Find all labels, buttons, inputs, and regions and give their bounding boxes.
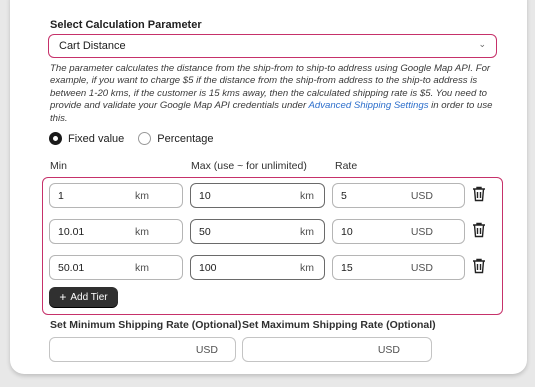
tier-3-max-unit: km — [300, 261, 314, 274]
tier-3-rate-unit: USD — [410, 261, 433, 274]
max-shipping-unit: USD — [377, 344, 400, 356]
column-header-max: Max (use ~ for unlimited) — [191, 160, 307, 172]
tier-1-rate-unit: USD — [410, 189, 433, 202]
tier-1-max-unit: km — [300, 189, 314, 202]
add-tier-label: Add Tier — [70, 291, 108, 303]
tier-3-min-input[interactable]: 50.01 km — [49, 255, 183, 280]
column-header-rate: Rate — [335, 160, 358, 172]
min-shipping-rate-input[interactable]: USD — [49, 337, 236, 362]
max-shipping-rate-input[interactable]: USD — [242, 337, 432, 362]
tier-2-max-value: 50 — [199, 225, 211, 238]
parameter-description: The parameter calculates the distance fr… — [50, 63, 505, 125]
tier-2-rate-input[interactable]: 10 USD — [332, 219, 465, 244]
tier-3-max-value: 100 — [199, 261, 217, 274]
tier-1-rate-value: 5 — [341, 189, 347, 202]
radio-fixed-value-label[interactable]: Fixed value — [68, 133, 124, 145]
tier-3-min-unit: km — [135, 261, 149, 274]
chevron-down-icon: ⌄ — [478, 39, 486, 49]
rate-type-radio-group: Fixed value Percentage — [49, 132, 228, 145]
tier-1-delete-trash-icon[interactable] — [472, 186, 486, 206]
column-header-min: Min — [50, 160, 67, 172]
add-tier-button[interactable]: + Add Tier — [49, 287, 118, 307]
radio-fixed-value[interactable] — [49, 132, 62, 145]
tier-2-rate-unit: USD — [410, 225, 433, 238]
tier-3-max-input[interactable]: 100 km — [190, 255, 325, 280]
min-shipping-unit: USD — [195, 344, 218, 356]
radio-percentage[interactable] — [138, 132, 152, 145]
tier-2-delete-trash-icon[interactable] — [472, 222, 486, 242]
tier-2-max-input[interactable]: 50 km — [190, 219, 325, 244]
calculation-parameter-select[interactable]: Cart Distance ⌄ — [48, 34, 497, 58]
tier-1-min-value: 1 — [58, 189, 64, 202]
min-shipping-rate-label: Set Minimum Shipping Rate (Optional) — [50, 319, 242, 331]
tier-3-delete-trash-icon[interactable] — [472, 258, 486, 278]
max-shipping-rate-label: Set Maximum Shipping Rate (Optional) — [242, 319, 436, 331]
section-title: Select Calculation Parameter — [50, 19, 202, 31]
tier-3-rate-value: 15 — [341, 261, 353, 274]
advanced-shipping-settings-link[interactable]: Advanced Shipping Settings — [308, 100, 428, 111]
tier-2-min-value: 10.01 — [58, 225, 85, 238]
tier-1-max-input[interactable]: 10 km — [190, 183, 325, 208]
tier-2-min-input[interactable]: 10.01 km — [49, 219, 183, 244]
tier-3-rate-input[interactable]: 15 USD — [332, 255, 465, 280]
radio-percentage-label[interactable]: Percentage — [157, 133, 213, 145]
select-value: Cart Distance — [59, 40, 126, 52]
tier-3-min-value: 50.01 — [58, 261, 85, 274]
tier-1-max-value: 10 — [199, 189, 211, 202]
tier-1-min-input[interactable]: 1 km — [49, 183, 183, 208]
tier-2-max-unit: km — [300, 225, 314, 238]
tier-2-rate-value: 10 — [341, 225, 353, 238]
tier-1-rate-input[interactable]: 5 USD — [332, 183, 465, 208]
tier-2-min-unit: km — [135, 225, 149, 238]
tier-1-min-unit: km — [135, 189, 149, 202]
plus-icon: + — [59, 290, 67, 304]
